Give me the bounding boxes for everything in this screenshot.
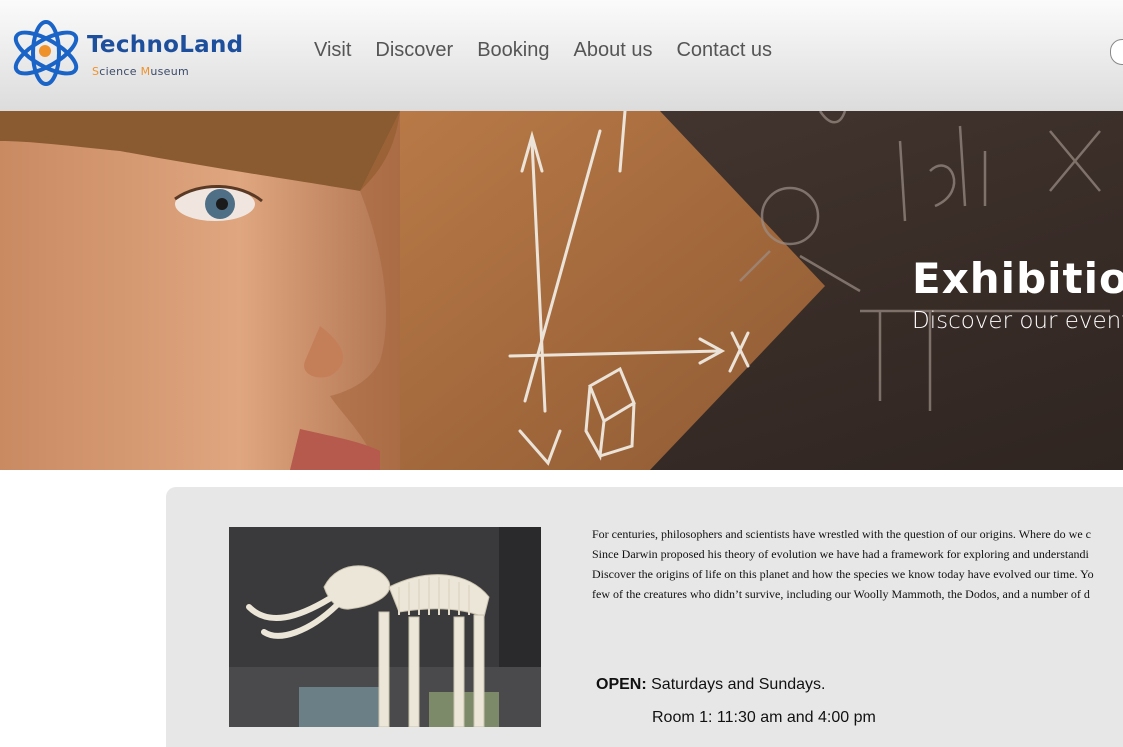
nav-discover[interactable]: Discover [375, 39, 453, 62]
description-line: few of the creatures who didn’t survive,… [592, 587, 1090, 601]
main-nav: Visit Discover Booking About us Contact … [314, 39, 796, 62]
logo-subtitle-accent-m: M [140, 65, 151, 78]
open-label: OPEN: [596, 676, 647, 693]
logo-subtitle-science: cience [99, 65, 141, 78]
mammoth-skeleton-image [229, 527, 541, 727]
logo-subtitle-museum: useum [150, 65, 190, 78]
exhibition-description: For centuries, philosophers and scientis… [592, 524, 1123, 604]
logo-title: TechnoLand [87, 32, 244, 58]
atom-icon [13, 20, 79, 86]
logo-subtitle: Science Museum [92, 65, 189, 78]
nav-booking[interactable]: Booking [477, 39, 549, 62]
nav-contact-us[interactable]: Contact us [676, 39, 772, 62]
opening-days: OPEN: Saturdays and Sundays. [596, 676, 825, 694]
hero-title: Exhibition [912, 254, 1123, 303]
search-input[interactable] [1110, 39, 1123, 65]
nav-about-us[interactable]: About us [574, 39, 653, 62]
exhibition-card: For centuries, philosophers and scientis… [166, 487, 1123, 747]
description-line: Discover the origins of life on this pla… [592, 567, 1094, 581]
description-line: For centuries, philosophers and scientis… [592, 527, 1092, 541]
site-header: TechnoLand Science Museum Visit Discover… [0, 0, 1123, 112]
hero-banner: Exhibition Discover our events [0, 111, 1123, 470]
room-schedule: Room 1: 11:30 am and 4:00 pm [652, 709, 876, 726]
open-text: Saturdays and Sundays. [646, 676, 826, 693]
description-line: Since Darwin proposed his theory of evol… [592, 547, 1089, 561]
nav-visit[interactable]: Visit [314, 39, 351, 62]
logo[interactable]: TechnoLand Science Museum [10, 18, 260, 88]
hero-subtitle: Discover our events [912, 308, 1123, 334]
